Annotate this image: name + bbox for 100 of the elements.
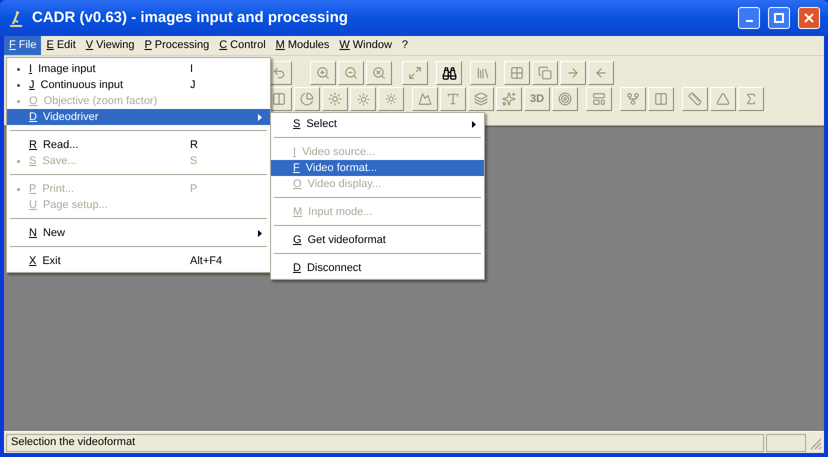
bullet-icon [16, 160, 20, 162]
cascade-icon [538, 66, 552, 80]
sun-button[interactable] [378, 87, 404, 111]
layout-icon [592, 92, 606, 106]
access-key: M [293, 204, 302, 220]
close-button[interactable] [798, 7, 820, 29]
access-key: U [29, 196, 37, 214]
access-key: S [293, 116, 300, 132]
target-icon [558, 92, 572, 106]
shortcut: J [190, 78, 196, 93]
submenu-arrow-icon [472, 120, 476, 128]
sun-icon [356, 92, 370, 106]
arrow-right-button[interactable] [560, 61, 586, 85]
menu-item[interactable]: G Get videoformat [271, 232, 484, 248]
shortcut: R [190, 138, 199, 153]
menu-bar-item[interactable]: C Control [214, 36, 271, 55]
sun-button[interactable] [322, 87, 348, 111]
menu-bar-item[interactable]: E Edit [41, 36, 81, 55]
submenu-arrow-icon [258, 230, 262, 236]
sparkles-button[interactable] [496, 87, 522, 111]
bullet-icon [16, 100, 20, 102]
shortcut: I [190, 62, 194, 77]
menu-item-label: Select [306, 116, 337, 132]
pie-button[interactable] [294, 87, 320, 111]
menu-item[interactable]: F Video format... [271, 160, 484, 176]
maximize-button[interactable] [768, 7, 790, 29]
bullet-icon [16, 84, 20, 86]
columns-icon [654, 92, 668, 106]
access-key: I [293, 144, 296, 160]
menu-item-label: Save... [42, 154, 77, 169]
zoom-out-button[interactable] [338, 61, 364, 85]
columns-button[interactable] [648, 87, 674, 111]
target-button[interactable] [552, 87, 578, 111]
zoom-in-button[interactable] [310, 61, 336, 85]
access-key: R [29, 136, 37, 154]
menu-item-label: Video source... [302, 144, 376, 160]
menu-item[interactable]: I Image input I [7, 61, 270, 77]
grid-icon [510, 66, 524, 80]
access-key: P [29, 180, 36, 198]
minimize-icon [746, 20, 752, 22]
menu-item-label: Image input [38, 62, 96, 77]
minimize-button[interactable] [738, 7, 760, 29]
grid-button[interactable] [504, 61, 530, 85]
zoom-out-icon [344, 66, 358, 80]
arrow-left-button[interactable] [588, 61, 614, 85]
menu-item-label: New [42, 226, 65, 241]
access-key: N [29, 224, 37, 242]
menu-item-label: Disconnect [306, 260, 362, 276]
menu-item[interactable]: D Disconnect [271, 260, 484, 276]
menu-item-label: Video display... [308, 176, 382, 192]
maximize-icon [773, 12, 785, 24]
menu-item[interactable]: X Exit Alt+F4 [7, 253, 270, 269]
menu-bar-item[interactable]: F File [4, 36, 42, 55]
zoom-cross-button[interactable] [366, 61, 392, 85]
sun-button[interactable] [350, 87, 376, 111]
expand-icon [408, 66, 422, 80]
shortcut: S [190, 154, 198, 169]
bullet-icon [16, 188, 20, 190]
binoculars-button[interactable] [436, 61, 462, 85]
menu-item[interactable]: D Videodriver [7, 109, 270, 125]
menu-item-label: Objective (zoom factor) [44, 94, 158, 109]
access-key: O [293, 176, 302, 192]
cascade-button[interactable] [532, 61, 558, 85]
layers-icon [474, 92, 488, 106]
menu-item-label: Videodriver [42, 110, 98, 125]
sigma-button[interactable] [738, 87, 764, 111]
submenu-arrow-icon [258, 114, 262, 120]
shortcut: Alt+F4 [190, 254, 224, 269]
access-key: O [29, 92, 38, 110]
text-button[interactable] [440, 87, 466, 111]
access-key: G [293, 232, 302, 248]
access-key: I [29, 60, 32, 78]
menu-item[interactable]: N New [7, 225, 270, 241]
ruler-button[interactable] [682, 87, 708, 111]
access-key: J [29, 76, 34, 94]
menu-item[interactable]: S Select [271, 116, 484, 132]
menu-item-label: Input mode... [308, 204, 372, 220]
sun-icon [385, 93, 397, 105]
menu-item-label: Print... [42, 182, 74, 197]
menu-bar-item[interactable]: ? [396, 36, 414, 55]
mountain-icon [418, 92, 432, 106]
menu-item-label: Read... [42, 138, 78, 153]
undo-icon [272, 66, 286, 80]
fork-button[interactable] [620, 87, 646, 111]
sparkles-icon [502, 92, 516, 106]
close-icon [803, 12, 815, 24]
menu-item[interactable]: J Continuous input J [7, 77, 270, 93]
menu-item[interactable]: R Read... R [7, 137, 270, 153]
menu-bar-item[interactable]: P Processing [139, 36, 214, 55]
menu-bar-item[interactable]: V Viewing [80, 36, 140, 55]
binoculars-icon [442, 66, 456, 80]
layout-button[interactable] [586, 87, 612, 111]
menu-bar-item[interactable]: W Window [334, 36, 397, 55]
mountain-button[interactable] [412, 87, 438, 111]
resize-grip-icon [808, 436, 822, 450]
layers-button[interactable] [468, 87, 494, 111]
bullet-icon [16, 68, 20, 70]
menu-bar-item[interactable]: M Modules [270, 36, 334, 55]
shortcut: P [190, 182, 198, 197]
expand-button[interactable] [402, 61, 428, 85]
